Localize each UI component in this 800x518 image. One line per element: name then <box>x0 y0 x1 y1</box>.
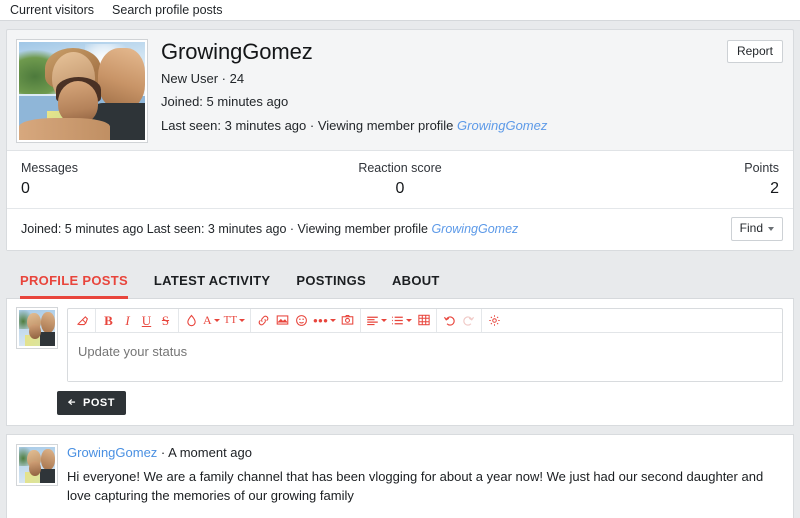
text-color-icon[interactable]: A <box>201 310 222 330</box>
nav-link-search-profile-posts[interactable]: Search profile posts <box>112 4 222 17</box>
italic-icon[interactable]: I <box>118 310 137 330</box>
toolbar-group-history <box>437 309 482 332</box>
profile-info: GrowingGomez New User · 24 Joined: 5 min… <box>147 40 783 142</box>
post-header: GrowingGomez · A moment ago <box>67 445 783 461</box>
find-button[interactable]: Find <box>731 217 783 240</box>
emoji-icon[interactable] <box>292 310 311 330</box>
stat-messages-value: 0 <box>21 179 274 198</box>
toolbar-group-clear <box>70 309 96 332</box>
profile-avatar[interactable] <box>17 40 147 142</box>
post-body: GrowingGomez · A moment ago Hi everyone!… <box>67 445 783 518</box>
tab-latest-activity[interactable]: LATEST ACTIVITY <box>154 273 270 299</box>
last-seen-line: Last seen: 3 minutes ago · Viewing membe… <box>161 118 783 134</box>
stat-reaction-score: Reaction score 0 <box>274 160 527 198</box>
chevron-down-icon <box>768 227 774 231</box>
user-title-line: New User · 24 <box>161 71 783 87</box>
gear-icon[interactable] <box>485 310 504 330</box>
report-button[interactable]: Report <box>727 40 783 63</box>
post-button[interactable]: POST <box>57 391 126 415</box>
strikethrough-icon[interactable]: S <box>156 310 175 330</box>
underline-icon[interactable]: U <box>137 310 156 330</box>
stat-reaction-score-value: 0 <box>274 179 527 198</box>
stat-reaction-score-label: Reaction score <box>274 160 527 176</box>
ordered-list-icon[interactable] <box>389 310 414 330</box>
more-options-icon[interactable]: ••• <box>311 310 338 330</box>
toolbar-group-color: A TT <box>179 309 251 332</box>
tab-profile-posts[interactable]: PROFILE POSTS <box>20 273 128 299</box>
profile-card-footer: Joined: 5 minutes ago Last seen: 3 minut… <box>7 208 793 249</box>
profile-stats: Messages 0 Reaction score 0 Points 2 <box>7 150 793 208</box>
page-content: Report GrowingGomez New User · 24 Joined… <box>0 21 800 518</box>
editor-toolbar: B I U S A <box>68 309 782 333</box>
post-text: Hi everyone! We are a family channel tha… <box>67 468 783 506</box>
toolbar-group-settings <box>482 309 507 332</box>
toolbar-group-insert: ••• <box>251 309 361 332</box>
joined-line: Joined: 5 minutes ago <box>161 94 783 110</box>
profile-header: GrowingGomez New User · 24 Joined: 5 min… <box>7 30 793 150</box>
tab-postings[interactable]: POSTINGS <box>296 273 366 299</box>
stat-points-label: Points <box>526 160 779 176</box>
footer-profile-link[interactable]: GrowingGomez <box>431 222 518 236</box>
table-icon[interactable] <box>414 310 433 330</box>
page-title: GrowingGomez <box>161 40 783 64</box>
post-author-link[interactable]: GrowingGomez <box>67 445 157 460</box>
undo-icon[interactable] <box>440 310 459 330</box>
align-list-icon[interactable] <box>364 310 389 330</box>
profile-card: Report GrowingGomez New User · 24 Joined… <box>6 29 794 251</box>
current-user-avatar[interactable] <box>17 308 57 348</box>
stat-messages: Messages 0 <box>21 160 274 198</box>
stat-messages-label: Messages <box>21 160 274 176</box>
viewing-profile-link[interactable]: GrowingGomez <box>457 118 547 133</box>
image-icon[interactable] <box>273 310 292 330</box>
post-author-avatar[interactable] <box>17 445 57 485</box>
nav-link-current-visitors[interactable]: Current visitors <box>10 4 94 17</box>
post-timestamp: A moment ago <box>168 445 252 460</box>
status-editor-block: B I U S A <box>6 299 794 426</box>
toolbar-group-lists <box>361 309 437 332</box>
editor-column: B I U S A <box>57 308 783 415</box>
stat-points: Points 2 <box>526 160 779 198</box>
toolbar-group-formatting: B I U S <box>96 309 179 332</box>
link-icon[interactable] <box>254 310 273 330</box>
footer-meta-text: Joined: 5 minutes ago Last seen: 3 minut… <box>21 222 428 236</box>
status-input[interactable] <box>68 333 782 381</box>
rich-text-editor: B I U S A <box>67 308 783 382</box>
find-button-label: Find <box>740 222 763 235</box>
last-seen-text: Last seen: 3 minutes ago · Viewing membe… <box>161 118 453 133</box>
post-button-label: POST <box>83 397 115 409</box>
post-header-separator: · <box>157 445 168 460</box>
redo-icon[interactable] <box>459 310 478 330</box>
tab-about[interactable]: ABOUT <box>392 273 440 299</box>
stat-points-value: 2 <box>526 179 779 198</box>
top-navigation-bar: Current visitors Search profile posts <box>0 0 800 21</box>
reply-arrow-icon <box>68 398 78 407</box>
font-size-icon[interactable]: TT <box>222 310 247 330</box>
profile-post-item: GrowingGomez · A moment ago Hi everyone!… <box>6 434 794 518</box>
eraser-icon[interactable] <box>73 310 92 330</box>
profile-tabs: PROFILE POSTS LATEST ACTIVITY POSTINGS A… <box>6 259 794 299</box>
droplet-icon[interactable] <box>182 310 201 330</box>
bold-icon[interactable]: B <box>99 310 118 330</box>
post-button-row: POST <box>57 391 783 415</box>
footer-meta: Joined: 5 minutes ago Last seen: 3 minut… <box>21 221 518 237</box>
camera-icon[interactable] <box>338 310 357 330</box>
